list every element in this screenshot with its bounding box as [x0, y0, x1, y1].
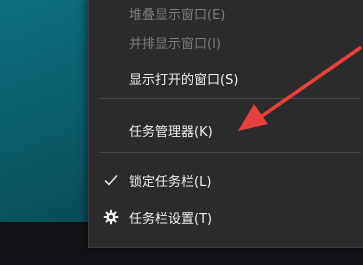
- menu-item-label: 堆叠显示窗口(E): [129, 7, 226, 23]
- menu-item-taskbar-settings[interactable]: 任务栏设置(T): [89, 203, 363, 231]
- menu-item-label: 任务管理器(K): [129, 124, 213, 140]
- menu-item-lock-taskbar[interactable]: 锁定任务栏(L): [89, 166, 363, 194]
- menu-item-label: 锁定任务栏(L): [129, 174, 212, 190]
- menu-item-label: 任务栏设置(T): [129, 211, 213, 227]
- menu-item-label: 显示打开的窗口(S): [129, 72, 239, 88]
- gear-icon: [103, 209, 119, 225]
- menu-item-show-windows[interactable]: 显示打开的窗口(S): [89, 64, 363, 92]
- taskbar-context-menu: 堆叠显示窗口(E) 并排显示窗口(I) 显示打开的窗口(S) 任务管理器(K) …: [88, 0, 363, 248]
- menu-separator: [99, 152, 361, 153]
- menu-separator: [99, 98, 361, 99]
- menu-item-cascade-windows[interactable]: 堆叠显示窗口(E): [89, 0, 363, 27]
- menu-item-side-by-side[interactable]: 并排显示窗口(I): [89, 28, 363, 56]
- menu-item-task-manager[interactable]: 任务管理器(K): [89, 116, 363, 144]
- check-icon: [104, 175, 118, 186]
- menu-item-label: 并排显示窗口(I): [129, 36, 221, 52]
